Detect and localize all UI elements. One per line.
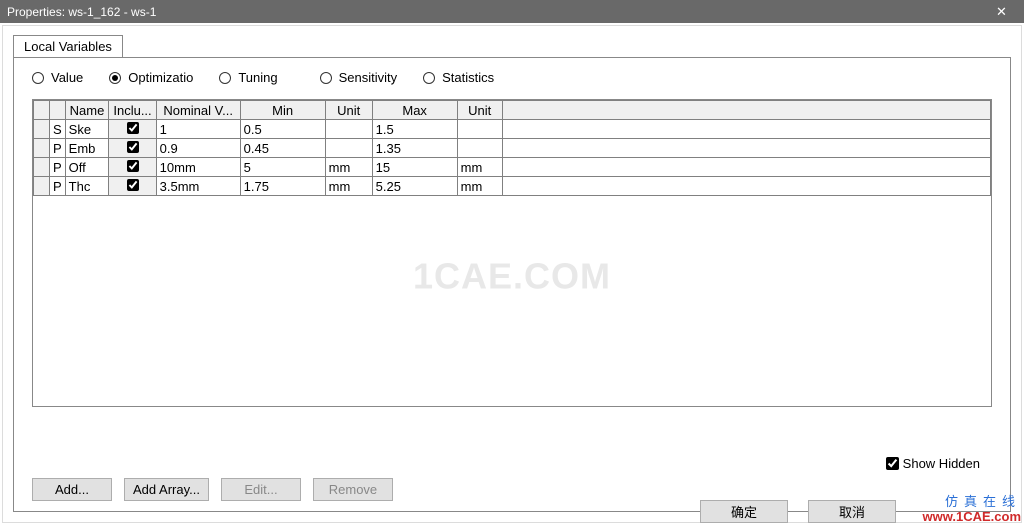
table-row[interactable]: PThc3.5mm1.75mm5.25mm — [34, 177, 991, 196]
nominal-cell[interactable]: 1 — [156, 120, 240, 139]
type-cell[interactable]: S — [50, 120, 66, 139]
min-cell[interactable]: 1.75 — [240, 177, 325, 196]
name-cell[interactable]: Thc — [65, 177, 109, 196]
radio-tuning[interactable]: Tuning — [219, 70, 277, 85]
include-checkbox[interactable] — [127, 179, 139, 191]
dialog-body: Local Variables Value Optimizatio Tuning… — [2, 25, 1022, 523]
name-cell[interactable]: Off — [65, 158, 109, 177]
col-unit[interactable]: Unit — [325, 101, 372, 120]
window-title: Properties: ws-1_162 - ws-1 — [7, 5, 979, 19]
include-cell[interactable] — [109, 120, 156, 139]
max-cell[interactable]: 1.5 — [372, 120, 457, 139]
radio-optimization[interactable]: Optimizatio — [109, 70, 193, 85]
unit-cell[interactable] — [325, 139, 372, 158]
edit-button[interactable]: Edit... — [221, 478, 301, 501]
close-button[interactable]: ✕ — [979, 0, 1024, 23]
ok-button[interactable]: 确定 — [700, 500, 788, 523]
variables-table-container: 1CAE.COM Name Inclu... Nominal V... Min … — [32, 99, 992, 407]
col-include[interactable]: Inclu... — [109, 101, 156, 120]
include-cell[interactable] — [109, 158, 156, 177]
variables-table: Name Inclu... Nominal V... Min Unit Max … — [33, 100, 991, 196]
cancel-button[interactable]: 取消 — [808, 500, 896, 523]
row-header-cell[interactable] — [34, 139, 50, 158]
footer-brand: 仿真在线 www.1CAE.com — [923, 494, 1021, 524]
name-cell[interactable]: Ske — [65, 120, 109, 139]
spacer-cell — [502, 158, 990, 177]
row-header-cell[interactable] — [34, 158, 50, 177]
unit2-cell[interactable]: mm — [457, 158, 502, 177]
unit2-cell[interactable] — [457, 120, 502, 139]
col-name[interactable]: Name — [65, 101, 109, 120]
nominal-cell[interactable]: 0.9 — [156, 139, 240, 158]
titlebar: Properties: ws-1_162 - ws-1 ✕ — [0, 0, 1024, 23]
tab-local-variables[interactable]: Local Variables — [13, 35, 123, 58]
min-cell[interactable]: 0.45 — [240, 139, 325, 158]
tab-panel: Value Optimizatio Tuning Sensitivity Sta… — [13, 57, 1011, 512]
brand-url: www.1CAE.com — [923, 509, 1021, 524]
row-header-cell[interactable] — [34, 177, 50, 196]
tab-strip: Local Variables — [13, 34, 1011, 57]
close-icon: ✕ — [996, 4, 1007, 20]
include-cell[interactable] — [109, 139, 156, 158]
include-checkbox[interactable] — [127, 160, 139, 172]
add-array-button[interactable]: Add Array... — [124, 478, 209, 501]
nominal-cell[interactable]: 3.5mm — [156, 177, 240, 196]
remove-button[interactable]: Remove — [313, 478, 393, 501]
max-cell[interactable]: 5.25 — [372, 177, 457, 196]
type-cell[interactable]: P — [50, 139, 66, 158]
radio-sensitivity[interactable]: Sensitivity — [320, 70, 398, 85]
type-cell[interactable]: P — [50, 177, 66, 196]
min-cell[interactable]: 5 — [240, 158, 325, 177]
table-row[interactable]: SSke 10.5 1.5 — [34, 120, 991, 139]
add-button[interactable]: Add... — [32, 478, 112, 501]
col-spacer — [502, 101, 990, 120]
brand-cn: 仿真在线 — [923, 494, 1021, 509]
unit-cell[interactable]: mm — [325, 158, 372, 177]
radio-statistics[interactable]: Statistics — [423, 70, 494, 85]
show-hidden-input[interactable] — [886, 457, 899, 470]
row-header-cell[interactable] — [34, 120, 50, 139]
min-cell[interactable]: 0.5 — [240, 120, 325, 139]
unit-cell[interactable] — [325, 120, 372, 139]
spacer-cell — [502, 139, 990, 158]
nominal-cell[interactable]: 10mm — [156, 158, 240, 177]
table-row[interactable]: POff10mm5mm15mm — [34, 158, 991, 177]
unit2-cell[interactable]: mm — [457, 177, 502, 196]
spacer-cell — [502, 177, 990, 196]
button-row: Add... Add Array... Edit... Remove — [32, 478, 393, 501]
col-type — [50, 101, 66, 120]
table-header-row: Name Inclu... Nominal V... Min Unit Max … — [34, 101, 991, 120]
include-checkbox[interactable] — [127, 122, 139, 134]
include-checkbox[interactable] — [127, 141, 139, 153]
max-cell[interactable]: 15 — [372, 158, 457, 177]
col-max[interactable]: Max — [372, 101, 457, 120]
type-cell[interactable]: P — [50, 158, 66, 177]
radio-value[interactable]: Value — [32, 70, 83, 85]
show-hidden-checkbox[interactable]: Show Hidden — [886, 456, 980, 471]
unit2-cell[interactable] — [457, 139, 502, 158]
col-rowhead — [34, 101, 50, 120]
unit-cell[interactable]: mm — [325, 177, 372, 196]
col-unit2[interactable]: Unit — [457, 101, 502, 120]
watermark: 1CAE.COM — [413, 255, 611, 297]
col-min[interactable]: Min — [240, 101, 325, 120]
mode-radio-group: Value Optimizatio Tuning Sensitivity Sta… — [32, 70, 992, 85]
spacer-cell — [502, 120, 990, 139]
table-row[interactable]: PEmb 0.90.45 1.35 — [34, 139, 991, 158]
name-cell[interactable]: Emb — [65, 139, 109, 158]
include-cell[interactable] — [109, 177, 156, 196]
max-cell[interactable]: 1.35 — [372, 139, 457, 158]
dialog-buttons: 确定 取消 — [700, 500, 896, 523]
col-nominal[interactable]: Nominal V... — [156, 101, 240, 120]
